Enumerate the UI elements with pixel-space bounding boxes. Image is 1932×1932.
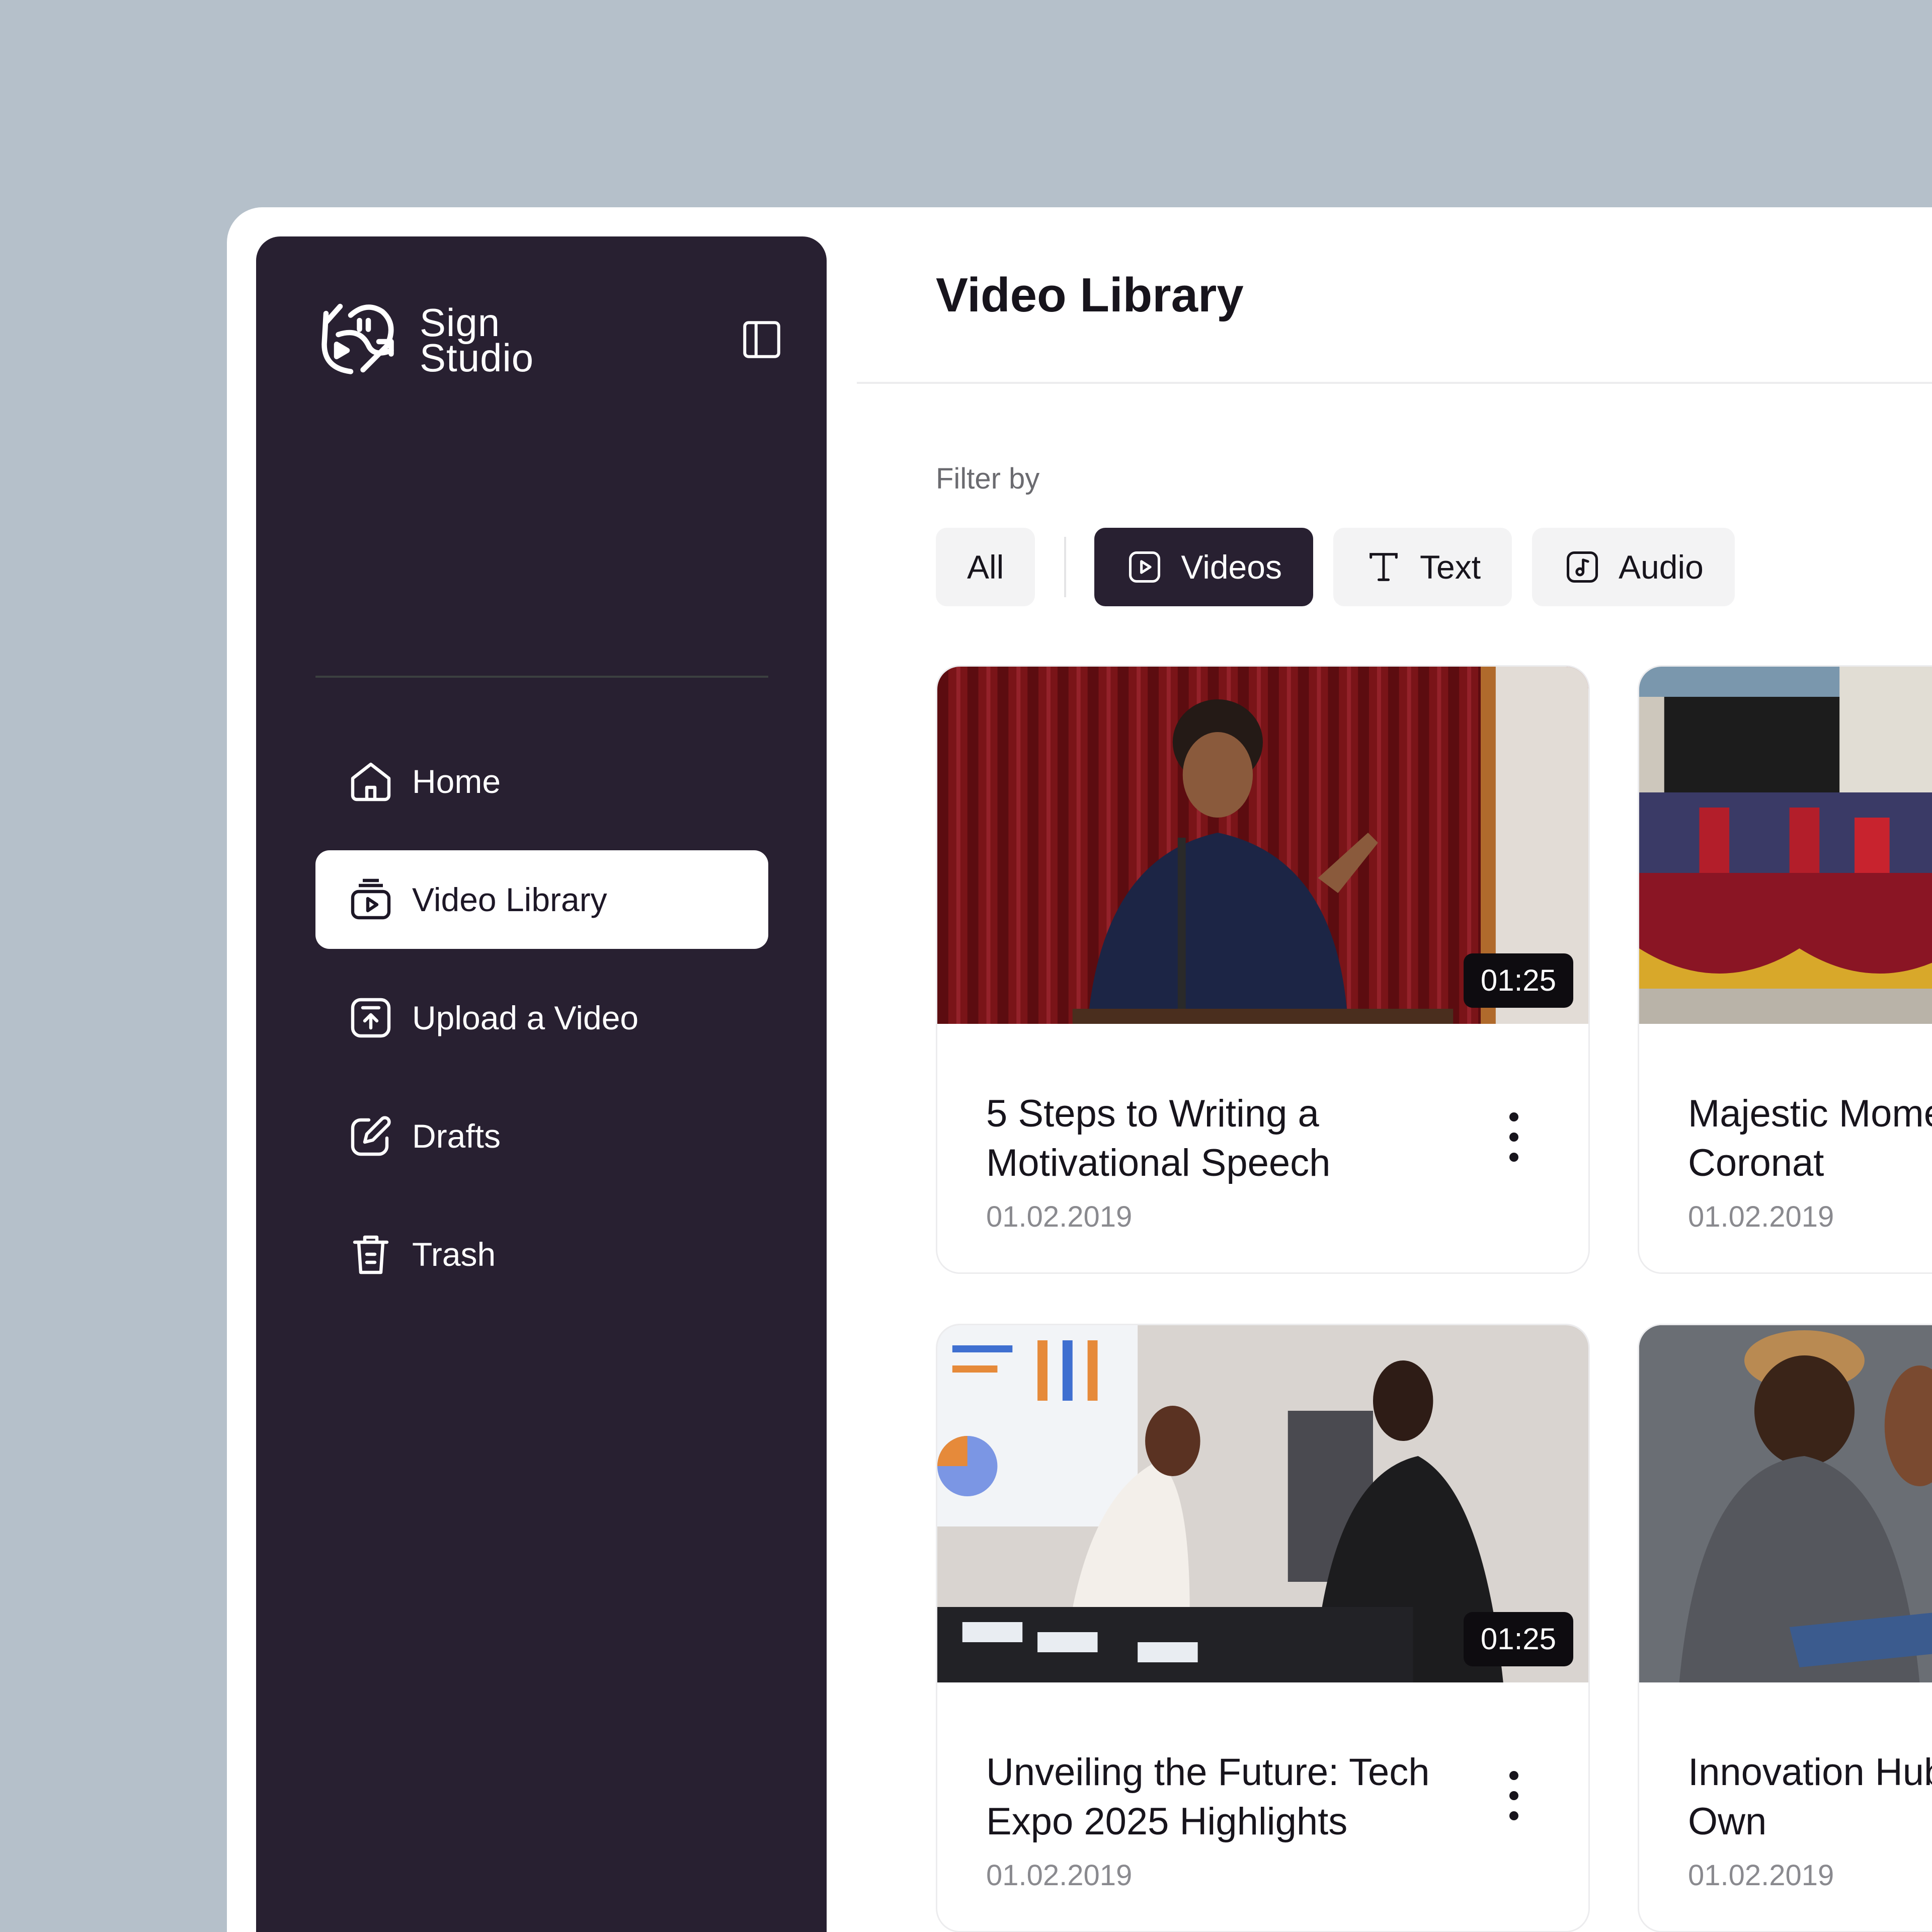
coronation-balcony-thumbnail-image (1639, 667, 1932, 1024)
duration-badge: 01:25 (1463, 1612, 1573, 1666)
home-icon (347, 757, 395, 806)
sidebar-item-home[interactable]: Home (315, 732, 768, 831)
more-options-icon[interactable] (1504, 1768, 1524, 1823)
video-thumbnail[interactable] (1639, 1325, 1932, 1682)
more-options-icon[interactable] (1504, 1109, 1524, 1165)
header-divider (857, 382, 1932, 384)
sidebar-item-drafts[interactable]: Drafts (315, 1087, 768, 1185)
sidebar-item-label: Upload a Video (412, 999, 639, 1036)
card-date: 01.02.2019 (1688, 1200, 1834, 1233)
card-title[interactable]: Majestic Mome King’s Coronat (1688, 1089, 1932, 1188)
video-card[interactable]: Majestic Mome King’s Coronat 01.02.2019 (1638, 665, 1932, 1274)
upload-icon (347, 994, 395, 1042)
video-card[interactable]: 01:25 5 Steps to Writing a Motivational … (936, 665, 1590, 1274)
text-icon (1370, 553, 1398, 581)
filter-all-label: All (967, 548, 1004, 586)
filter-text-label: Text (1419, 548, 1481, 586)
filter-separator (1064, 537, 1067, 597)
filter-label: Filter by (936, 462, 1040, 495)
brand[interactable]: Sign Studio (315, 296, 571, 384)
trash-icon (347, 1230, 395, 1278)
video-thumbnail[interactable]: 01:25 (937, 667, 1588, 1024)
card-title[interactable]: 5 Steps to Writing a Motivational Speech (986, 1089, 1469, 1188)
video-library-icon (347, 875, 395, 924)
card-date: 01.02.2019 (986, 1859, 1133, 1892)
sidebar: Sign Studio Home Video Library Upload a … (256, 236, 827, 1932)
innovation-hub-thumbnail-image (1639, 1325, 1932, 1682)
sidebar-nav: Home Video Library Upload a Video Drafts… (315, 732, 768, 1323)
filter-videos[interactable]: Videos (1094, 528, 1313, 606)
sidebar-divider (315, 676, 768, 678)
video-thumbnail[interactable]: 01:25 (937, 1325, 1588, 1682)
video-icon (1129, 551, 1161, 583)
page-title: Video Library (936, 268, 1244, 322)
edit-icon (347, 1112, 395, 1160)
sidebar-item-label: Drafts (412, 1117, 501, 1155)
filter-bar: All Videos Text Audio (936, 528, 1735, 606)
filter-videos-label: Videos (1181, 548, 1282, 586)
sidebar-item-video-library[interactable]: Video Library (315, 850, 768, 949)
duration-badge: 01:25 (1463, 953, 1573, 1008)
sign-studio-logo-icon (321, 303, 394, 374)
video-card[interactable]: Innovation Hub Business Own 01.02.2019 (1638, 1324, 1932, 1932)
filter-all[interactable]: All (936, 528, 1035, 606)
card-title[interactable]: Innovation Hub Business Own (1688, 1748, 1932, 1846)
video-card[interactable]: 01:25 Unveiling the Future: Tech Expo 20… (936, 1324, 1590, 1932)
filter-audio-label: Audio (1619, 548, 1704, 586)
sidebar-item-label: Trash (412, 1236, 496, 1273)
card-title[interactable]: Unveiling the Future: Tech Expo 2025 Hig… (986, 1748, 1469, 1846)
sidebar-item-upload[interactable]: Upload a Video (315, 969, 768, 1067)
sidebar-item-label: Video Library (412, 881, 607, 918)
video-thumbnail[interactable] (1639, 667, 1932, 1024)
sidebar-item-label: Home (412, 763, 501, 800)
sidebar-toggle-icon[interactable] (739, 317, 784, 362)
card-date: 01.02.2019 (986, 1200, 1133, 1233)
brand-name: Sign Studio (420, 300, 534, 380)
filter-audio[interactable]: Audio (1532, 528, 1735, 606)
app-window: Sign Studio Home Video Library Upload a … (227, 207, 1932, 1932)
audio-icon (1566, 551, 1598, 583)
sidebar-item-trash[interactable]: Trash (315, 1205, 768, 1304)
filter-text[interactable]: Text (1333, 528, 1512, 606)
card-date: 01.02.2019 (1688, 1859, 1834, 1892)
